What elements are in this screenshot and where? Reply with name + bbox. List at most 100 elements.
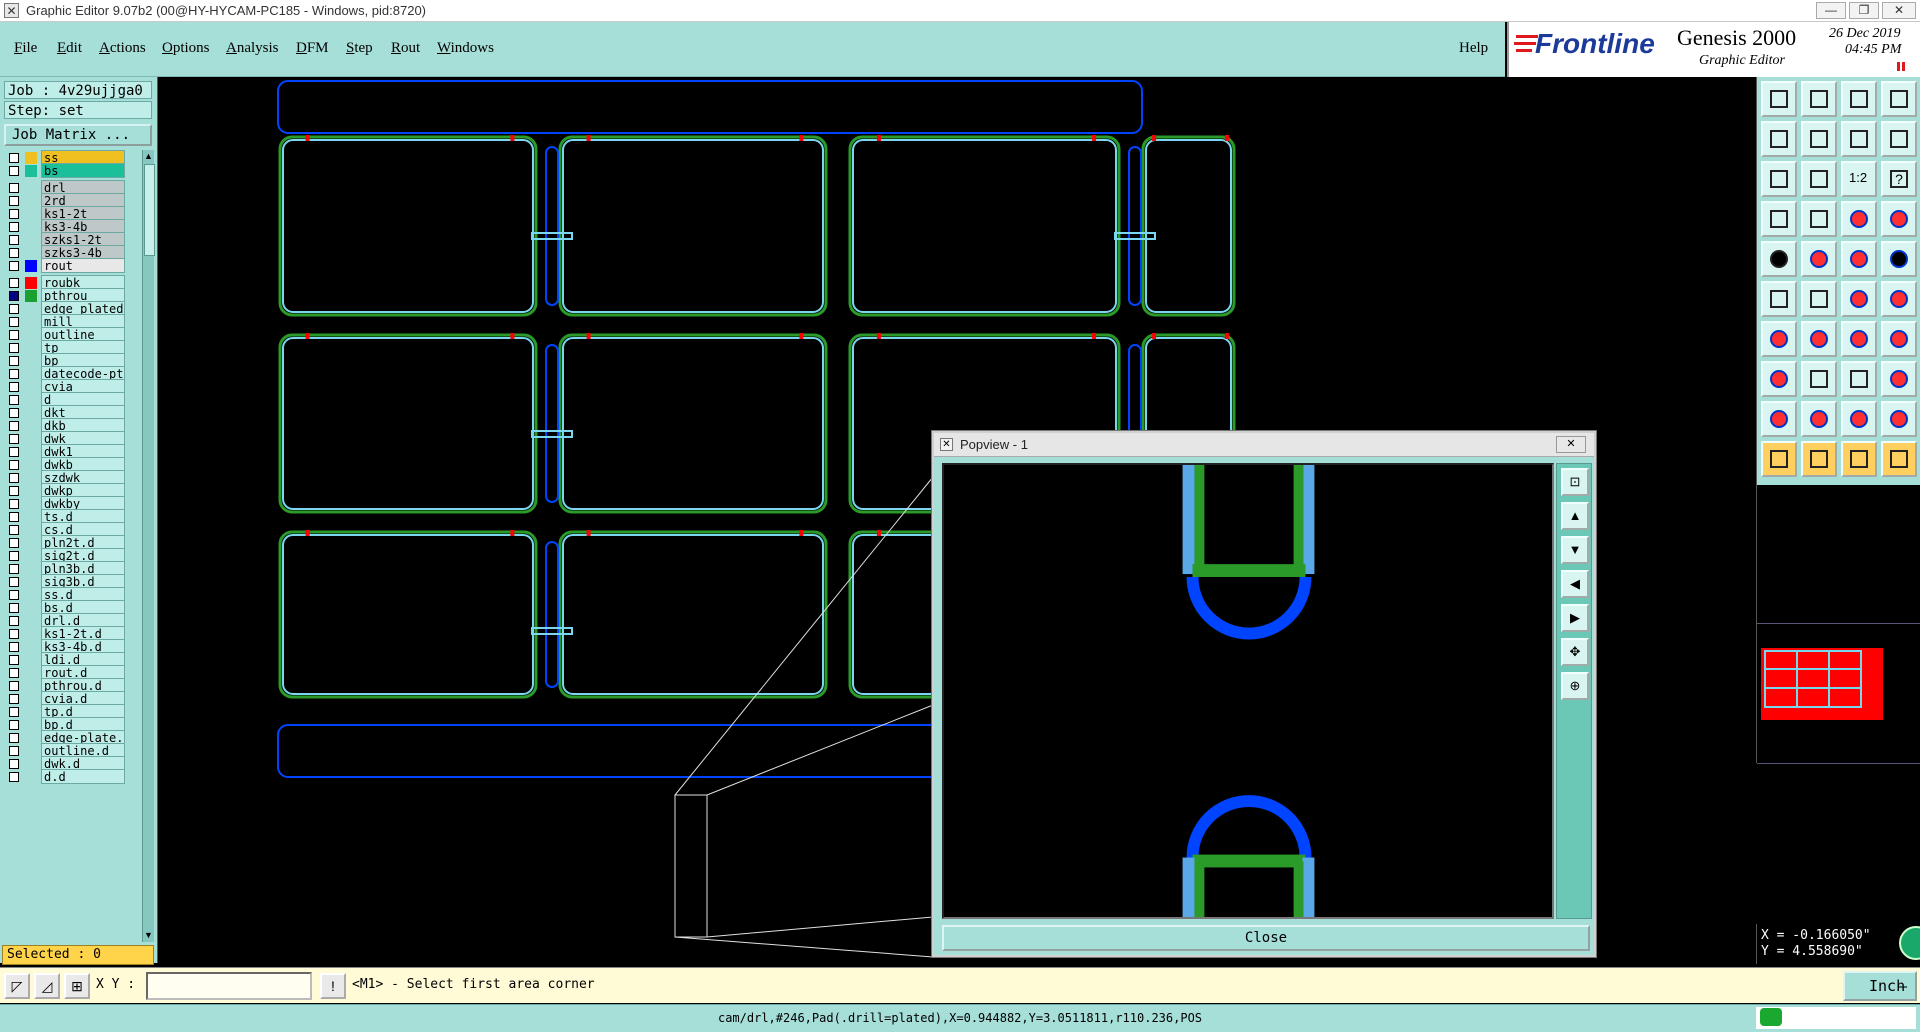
measure-a-icon[interactable] [1761,401,1797,437]
rect-icon[interactable] [1801,241,1837,277]
layer-checkbox[interactable] [9,166,19,176]
scroll-thumb[interactable] [144,164,155,256]
restore-button[interactable]: ❐ [1849,2,1879,19]
move-icon[interactable] [1761,281,1797,317]
minimize-button[interactable]: — [1816,2,1846,19]
hand-icon[interactable] [1881,441,1917,477]
layer-color-swatch[interactable] [25,771,37,783]
popview-canvas[interactable] [942,463,1554,919]
copy-icon[interactable] [1841,361,1877,397]
menu-help[interactable]: Help [1459,40,1488,57]
layer-scrollbar[interactable]: ▲ ▼ [142,150,155,942]
layer-checkbox[interactable] [9,278,19,288]
close-window-button[interactable]: ✕ [1882,2,1916,19]
menu-analysis[interactable]: Analysis [226,40,279,57]
layer-checkbox[interactable] [9,707,19,717]
layer-checkbox[interactable] [9,369,19,379]
line-icon[interactable] [1801,321,1837,357]
menu-options[interactable]: Options [162,40,210,57]
layer-checkbox[interactable] [9,551,19,561]
mirror-icon[interactable] [1881,321,1917,357]
layer-checkbox[interactable] [9,460,19,470]
layer-checkbox[interactable] [9,746,19,756]
zoom-icon[interactable] [1801,161,1837,197]
one-two-icon[interactable]: 1:2 [1841,161,1877,197]
popview-pan-left-icon[interactable]: ◀ [1561,570,1589,598]
menu-rout[interactable]: Rout [391,40,420,57]
measure-b-icon[interactable] [1801,401,1837,437]
menu-dfm[interactable]: DFM [296,40,329,57]
layer-row[interactable]: rout [4,258,142,274]
popview-zoom-out-icon[interactable]: ✥ [1561,638,1589,666]
prev-icon[interactable] [1761,121,1797,157]
link-icon[interactable] [1841,281,1877,317]
fit-icon[interactable] [1761,161,1797,197]
layer-checkbox[interactable] [9,261,19,271]
home-icon[interactable] [1761,81,1797,117]
menu-edit[interactable]: Edit [57,40,82,57]
popview-fit-icon[interactable]: ⊕ [1561,672,1589,700]
save-icon[interactable] [1801,81,1837,117]
snap-icon[interactable] [1881,201,1917,237]
draw-icon[interactable] [1761,321,1797,357]
ruler-icon[interactable] [1841,241,1877,277]
layer-checkbox[interactable] [9,434,19,444]
popview-pan-up-icon[interactable]: ▲ [1561,502,1589,530]
layer-color-swatch[interactable] [25,165,37,177]
rotate-icon[interactable] [1841,321,1877,357]
lasso-icon[interactable] [1841,441,1877,477]
dot-icon[interactable] [1881,241,1917,277]
layer-checkbox[interactable] [9,382,19,392]
layer-checkbox[interactable] [9,356,19,366]
menu-file[interactable]: File [14,40,37,57]
polygon-icon[interactable] [1881,361,1917,397]
layer-checkbox[interactable] [9,733,19,743]
pause-button[interactable]: ! [320,973,346,999]
add-icon[interactable] [1761,361,1797,397]
units-selector[interactable]: Inch – [1843,971,1917,1001]
pointer-icon[interactable] [1761,441,1797,477]
menu-actions[interactable]: Actions [99,40,146,57]
layer-checkbox[interactable] [9,603,19,613]
layer-checkbox[interactable] [9,235,19,245]
help-icon[interactable]: ? [1881,161,1917,197]
layer-checkbox[interactable] [9,616,19,626]
layer-name[interactable]: bs [41,163,125,178]
layer-checkbox[interactable] [9,408,19,418]
select-icon[interactable] [1761,241,1797,277]
open-icon[interactable] [1841,81,1877,117]
panel-icon[interactable] [1881,121,1917,157]
snap-mode-button[interactable]: ◸ [4,973,30,999]
next-icon[interactable] [1801,121,1837,157]
grid-toggle-button[interactable]: ⊞ [64,973,90,999]
layer-checkbox[interactable] [9,486,19,496]
layer-checkbox[interactable] [9,629,19,639]
layer-checkbox[interactable] [9,153,19,163]
popview-zoom-icon[interactable]: ⊡ [1561,468,1589,496]
delete-icon[interactable] [1801,281,1837,317]
wire-icon[interactable] [1881,281,1917,317]
popview-close-icon[interactable]: ✕ [1556,436,1586,453]
layer-checkbox[interactable] [9,577,19,587]
layer-color-swatch[interactable] [25,260,37,272]
popview-pan-right-icon[interactable]: ▶ [1561,604,1589,632]
layer-checkbox[interactable] [9,421,19,431]
layer-checkbox[interactable] [9,772,19,782]
layer-checkbox[interactable] [9,343,19,353]
layer-checkbox[interactable] [9,694,19,704]
snap-grid-button[interactable]: ◿ [34,973,60,999]
layout-icon[interactable] [1881,81,1917,117]
job-matrix-button[interactable]: Job Matrix ... [4,124,152,146]
layer-row[interactable]: d.d [4,769,142,785]
layer-name[interactable]: rout [41,258,125,273]
layer-checkbox[interactable] [9,681,19,691]
layer-checkbox[interactable] [9,248,19,258]
layer-name[interactable]: d.d [41,769,125,784]
layer-checkbox[interactable] [9,183,19,193]
layer-row[interactable]: bs [4,163,142,179]
layer-checkbox[interactable] [9,447,19,457]
layer-checkbox[interactable] [9,512,19,522]
layer-checkbox[interactable] [9,291,19,301]
pan-icon[interactable] [1761,201,1797,237]
layer-checkbox[interactable] [9,668,19,678]
